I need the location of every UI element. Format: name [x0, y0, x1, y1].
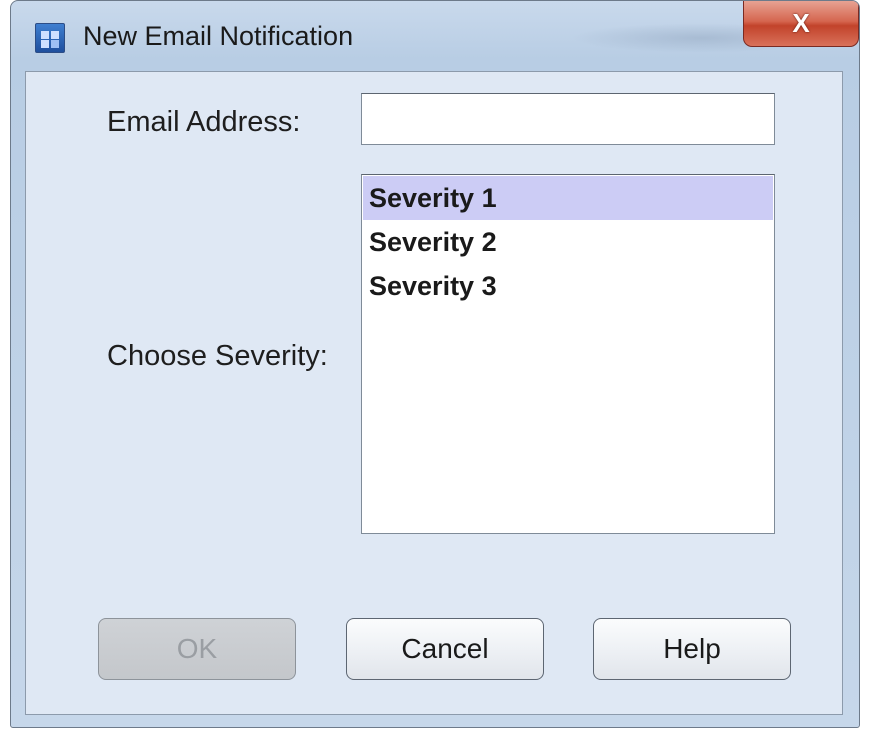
severity-option-2[interactable]: Severity 2 [363, 220, 773, 264]
email-address-label: Email Address: [107, 106, 301, 138]
close-icon: X [792, 8, 810, 38]
app-icon [35, 23, 65, 53]
severity-listbox[interactable]: Severity 1 Severity 2 Severity 3 [361, 174, 775, 534]
severity-option-1[interactable]: Severity 1 [363, 176, 773, 220]
window-title: New Email Notification [83, 21, 354, 51]
dialog-content: Email Address: Choose Severity: Severity… [25, 71, 843, 715]
close-button[interactable]: X [743, 1, 859, 47]
severity-option-3[interactable]: Severity 3 [363, 264, 773, 308]
cancel-button[interactable]: Cancel [346, 618, 544, 680]
title-bar[interactable]: New Email Notification [11, 1, 859, 71]
email-address-input[interactable] [361, 93, 775, 145]
ok-button[interactable]: OK [98, 618, 296, 680]
help-button[interactable]: Help [593, 618, 791, 680]
choose-severity-label: Choose Severity: [107, 340, 328, 372]
dialog-window: New Email Notification X Email Address: … [10, 0, 860, 728]
